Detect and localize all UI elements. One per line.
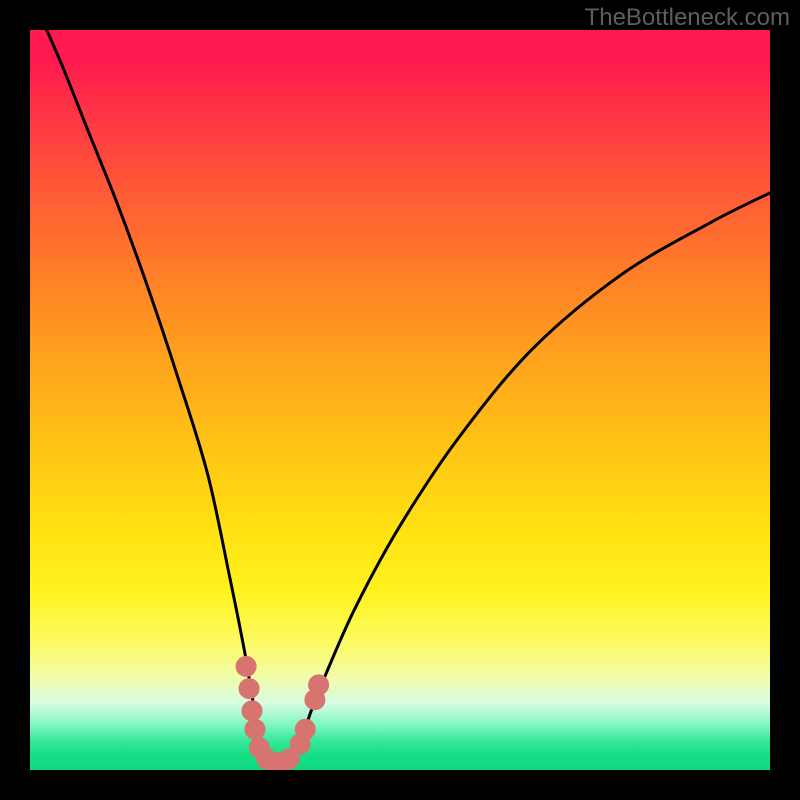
highlight-marker bbox=[295, 719, 315, 739]
bottleneck-curve bbox=[30, 30, 770, 764]
plot-area bbox=[30, 30, 770, 770]
highlight-marker bbox=[245, 719, 265, 739]
highlight-marker bbox=[236, 656, 256, 676]
chart-frame: TheBottleneck.com bbox=[0, 0, 800, 800]
highlight-marker bbox=[309, 675, 329, 695]
highlight-markers bbox=[236, 656, 329, 770]
bottleneck-curve-path bbox=[30, 30, 770, 764]
highlight-marker bbox=[242, 701, 262, 721]
chart-svg bbox=[30, 30, 770, 770]
watermark-label: TheBottleneck.com bbox=[585, 4, 790, 32]
highlight-marker bbox=[239, 679, 259, 699]
